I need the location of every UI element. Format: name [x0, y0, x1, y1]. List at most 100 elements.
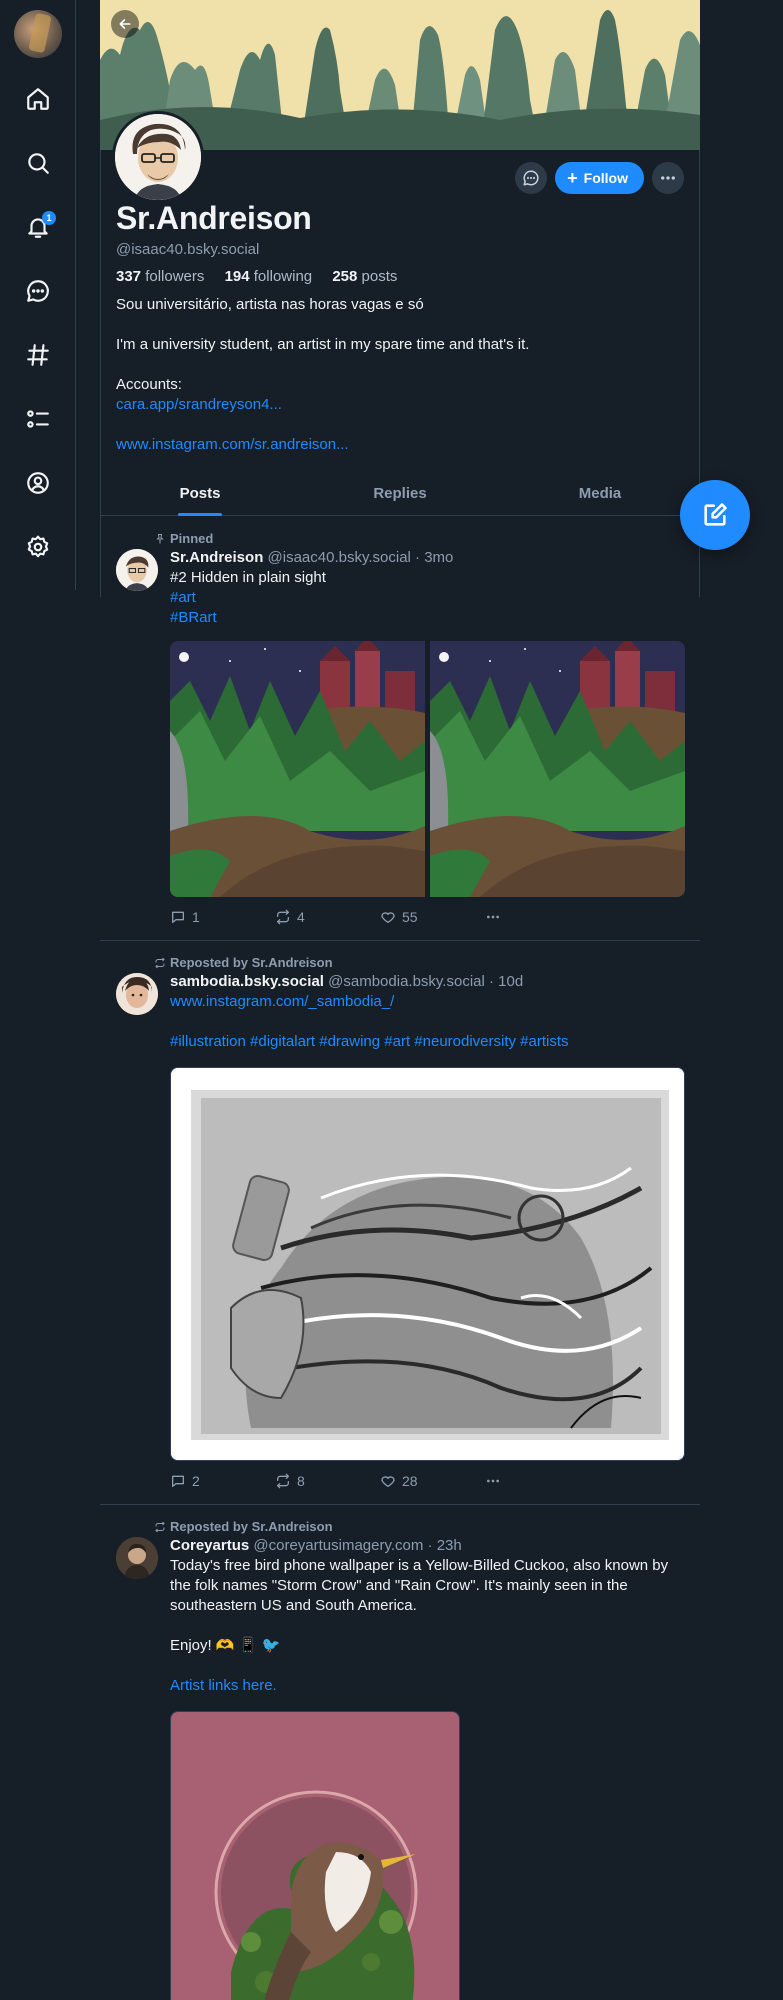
post-meta: Coreyartus @coreyartusimagery.com · 23h	[170, 1537, 686, 1554]
profile-counts: 337 followers 194 following 258 posts	[116, 268, 686, 285]
chat-icon[interactable]	[20, 273, 56, 309]
followers-count[interactable]: 337 followers	[116, 268, 212, 285]
like-button[interactable]: 55	[380, 909, 485, 925]
repost-icon	[155, 1521, 165, 1532]
heart-icon	[381, 912, 395, 923]
hashtag-links[interactable]: #illustration #digitalart #drawing #art …	[170, 1033, 569, 1050]
profile-info: Sr.Andreison @isaac40.bsky.social 337 fo…	[116, 200, 686, 455]
plus-icon: +	[567, 168, 578, 188]
bell-icon[interactable]: 1	[20, 209, 56, 245]
hashtag-link[interactable]: #art	[170, 589, 196, 606]
repost-button[interactable]: 8	[275, 1473, 380, 1489]
post-image[interactable]	[170, 1711, 460, 2000]
post-author-handle[interactable]: @sambodia.bsky.social	[328, 973, 485, 990]
profile-actions: + Follow	[515, 162, 684, 194]
follow-label: Follow	[583, 170, 628, 186]
post-text-enjoy: Enjoy! 🫶 📱 🐦	[170, 1637, 281, 1654]
my-avatar[interactable]	[14, 10, 62, 58]
post-author-name[interactable]: Sr.Andreison	[170, 549, 263, 566]
post-text: #2 Hidden in plain sight #art #BRart	[170, 569, 326, 626]
like-button[interactable]: 28	[380, 1473, 485, 1489]
more-options-button[interactable]	[652, 162, 684, 194]
post-body: sambodia.bsky.social @sambodia.bsky.soci…	[170, 973, 686, 1052]
posts-count: 258 posts	[332, 268, 398, 285]
bio-line: I'm a university student, an artist in m…	[116, 336, 530, 353]
post-context: Pinned	[154, 531, 213, 546]
post-context: Reposted by Sr.Andreison	[154, 955, 333, 970]
feed-post[interactable]: Pinned Sr.Andreison @isaac40.bsky.social…	[100, 517, 700, 941]
bio-link-instagram[interactable]: www.instagram.com/sr.andreison...	[116, 436, 349, 453]
post-author-handle[interactable]: @isaac40.bsky.social	[268, 549, 411, 566]
tab-media[interactable]: Media	[500, 472, 700, 515]
post-more-button[interactable]	[485, 909, 590, 925]
post-meta: Sr.Andreison @isaac40.bsky.social · 3mo	[170, 549, 686, 566]
follow-button[interactable]: + Follow	[555, 162, 644, 194]
post-link[interactable]: Artist links here.	[170, 1677, 277, 1694]
avatar-drawing	[116, 549, 158, 591]
reply-button[interactable]: 2	[170, 1473, 275, 1489]
back-button[interactable]	[111, 10, 139, 38]
profile-tabs: Posts Replies Media	[100, 472, 700, 516]
arrow-left-icon	[119, 19, 131, 29]
bio-line: Accounts:	[116, 376, 182, 393]
post-avatar[interactable]	[116, 973, 158, 1015]
post-context: Reposted by Sr.Andreison	[154, 1519, 333, 1534]
avatar-drawing	[115, 114, 201, 200]
feed-post[interactable]: Reposted by Sr.Andreison Coreyartus @cor…	[100, 1505, 700, 2000]
pin-icon	[156, 533, 164, 543]
bio-link-cara[interactable]: cara.app/srandreyson4...	[116, 396, 282, 413]
ellipsis-icon	[487, 915, 499, 919]
post-body: Sr.Andreison @isaac40.bsky.social · 3mo …	[170, 549, 686, 628]
search-icon[interactable]	[20, 145, 56, 181]
heart-icon	[381, 1476, 395, 1487]
left-nav: 1	[0, 0, 76, 590]
tab-replies[interactable]: Replies	[300, 472, 500, 515]
post-author-name[interactable]: sambodia.bsky.social	[170, 973, 324, 990]
post-image-pair[interactable]	[170, 641, 685, 897]
hashtag-icon[interactable]	[20, 337, 56, 373]
post-actions: 1 4 55	[170, 909, 590, 925]
home-icon[interactable]	[20, 81, 56, 117]
repost-icon	[277, 1473, 289, 1489]
avatar-photo	[116, 973, 158, 1015]
post-meta: sambodia.bsky.social @sambodia.bsky.soci…	[170, 973, 686, 990]
post-actions: 2 8 28	[170, 1473, 590, 1489]
pencil-drawing-image	[171, 1068, 684, 1460]
tab-posts[interactable]: Posts	[100, 472, 300, 515]
post-time[interactable]: · 23h	[428, 1537, 462, 1554]
profile-handle: @isaac40.bsky.social	[116, 241, 260, 258]
repost-icon	[277, 909, 289, 925]
post-link[interactable]: www.instagram.com/_sambodia_/	[170, 993, 394, 1010]
avatar-photo	[116, 1537, 158, 1579]
profile-header: + Follow Sr.Andreison @isaac40.bsky.soci…	[100, 0, 700, 516]
reply-button[interactable]: 1	[170, 909, 275, 925]
following-count[interactable]: 194 following	[225, 268, 321, 285]
message-button[interactable]	[515, 162, 548, 194]
profile-bio: Sou universitário, artista nas horas vag…	[116, 295, 686, 455]
post-author-handle[interactable]: @coreyartusimagery.com	[253, 1537, 423, 1554]
repost-button[interactable]: 4	[275, 909, 380, 925]
bio-line: Sou universitário, artista nas horas vag…	[116, 296, 424, 313]
profile-icon[interactable]	[20, 465, 56, 501]
display-name: Sr.Andreison	[116, 200, 312, 236]
post-avatar[interactable]	[116, 1537, 158, 1579]
post-more-button[interactable]	[485, 1473, 590, 1489]
repost-icon	[155, 957, 165, 968]
chat-icon	[523, 170, 539, 186]
post-author-name[interactable]: Coreyartus	[170, 1537, 249, 1554]
post-text: www.instagram.com/_sambodia_/ #illustrat…	[170, 992, 686, 1052]
post-time[interactable]: · 3mo	[415, 549, 453, 566]
reply-icon	[172, 1475, 184, 1487]
list-icon[interactable]	[20, 401, 56, 437]
notification-badge: 1	[42, 211, 56, 225]
reply-icon	[172, 911, 184, 923]
painting-image	[170, 641, 685, 897]
profile-avatar[interactable]	[112, 111, 204, 203]
feed-post[interactable]: Reposted by Sr.Andreison sambodia.bsky.s…	[100, 941, 700, 1505]
hashtag-link[interactable]: #BRart	[170, 609, 217, 626]
post-time[interactable]: · 10d	[489, 973, 523, 990]
compose-icon	[704, 503, 727, 526]
settings-icon[interactable]	[20, 529, 56, 565]
post-avatar[interactable]	[116, 549, 158, 591]
post-image[interactable]	[170, 1067, 685, 1461]
